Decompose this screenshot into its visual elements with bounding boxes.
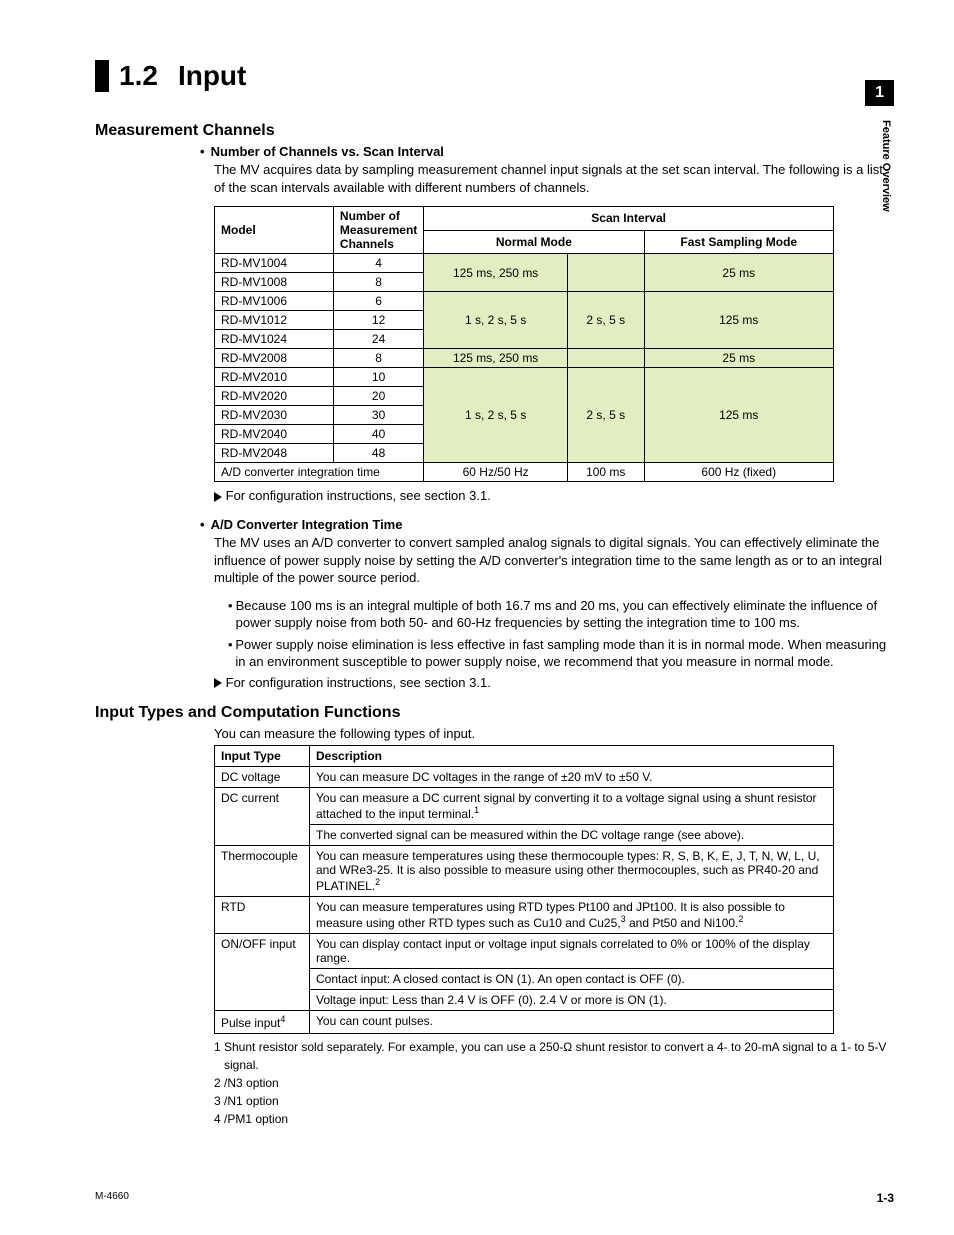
cell-slash	[568, 349, 645, 368]
caption-config-2: For configuration instructions, see sect…	[214, 675, 894, 690]
cell-desc: Contact input: A closed contact is ON (1…	[310, 968, 834, 989]
cell-ch: 8	[333, 273, 423, 292]
cell-slash	[568, 254, 645, 292]
th-model: Model	[215, 207, 334, 254]
footnotes: 1 Shunt resistor sold separately. For ex…	[214, 1038, 894, 1128]
cell-desc: You can measure temperatures using RTD t…	[310, 896, 834, 933]
cell-ch: 40	[333, 425, 423, 444]
num-channels-title: Number of Channels vs. Scan Interval	[211, 144, 444, 159]
sub-bullet-1: •Because 100 ms is an integral multiple …	[228, 597, 894, 632]
title-number: 1.2	[119, 60, 158, 92]
cell-type: ON/OFF input	[215, 933, 310, 1010]
ad-converter-body: The MV uses an A/D converter to convert …	[214, 534, 894, 587]
caption-text: For configuration instructions, see sect…	[226, 675, 491, 690]
triangle-icon	[214, 492, 222, 502]
cell-desc: You can count pulses.	[310, 1010, 834, 1033]
footnote-2: 2 /N3 option	[214, 1074, 894, 1092]
bullet-icon: •	[200, 517, 205, 532]
title-text: Input	[178, 60, 246, 92]
chapter-tab: 1	[865, 80, 894, 106]
cell-type: DC current	[215, 787, 310, 845]
cell-model: RD-MV1012	[215, 311, 334, 330]
cell-model: RD-MV1004	[215, 254, 334, 273]
cell-model: RD-MV1006	[215, 292, 334, 311]
sub-bullet-text: Because 100 ms is an integral multiple o…	[236, 597, 894, 632]
caption-config-1: For configuration instructions, see sect…	[214, 488, 894, 503]
th-scan: Scan Interval	[424, 207, 834, 231]
cell-ch: 6	[333, 292, 423, 311]
cell-ch: 8	[333, 349, 423, 368]
cell-normal: 125 ms, 250 ms	[424, 254, 568, 292]
caption-text: For configuration instructions, see sect…	[226, 488, 491, 503]
cell-model: RD-MV2048	[215, 444, 334, 463]
cell-ch: 30	[333, 406, 423, 425]
cell-desc: You can display contact input or voltage…	[310, 933, 834, 968]
cell-normal2: 2 s, 5 s	[568, 368, 645, 463]
footnote-3: 3 /N1 option	[214, 1092, 894, 1110]
cell-ad-label: A/D converter integration time	[215, 463, 424, 482]
cell-type: DC voltage	[215, 766, 310, 787]
cell-ad-v2: 100 ms	[568, 463, 645, 482]
cell-normal: 125 ms, 250 ms	[424, 349, 568, 368]
num-channels-body: The MV acquires data by sampling measure…	[214, 161, 894, 196]
cell-ad-v1: 60 Hz/50 Hz	[424, 463, 568, 482]
footer-left: M-4660	[95, 1191, 129, 1205]
th-fast: Fast Sampling Mode	[644, 230, 834, 254]
cell-model: RD-MV2040	[215, 425, 334, 444]
page-footer: M-4660 1-3	[95, 1191, 894, 1205]
th-normal: Normal Mode	[424, 230, 644, 254]
sub-bullet-2: •Power supply noise elimination is less …	[228, 636, 894, 671]
input-types-table: Input Type Description DC voltage You ca…	[214, 745, 834, 1034]
cell-model: RD-MV2030	[215, 406, 334, 425]
sub-bullet-text: Power supply noise elimination is less e…	[235, 636, 894, 671]
th-description: Description	[310, 745, 834, 766]
cell-type: Thermocouple	[215, 845, 310, 896]
ad-converter-heading: • A/D Converter Integration Time	[200, 517, 894, 532]
th-input-type: Input Type	[215, 745, 310, 766]
cell-desc: Voltage input: Less than 2.4 V is OFF (0…	[310, 989, 834, 1010]
bullet-icon: •	[200, 144, 205, 159]
cell-desc: The converted signal can be measured wit…	[310, 824, 834, 845]
cell-model: RD-MV2020	[215, 387, 334, 406]
footnote-4: 4 /PM1 option	[214, 1110, 894, 1128]
cell-fast: 25 ms	[644, 349, 834, 368]
input-types-heading: Input Types and Computation Functions	[95, 704, 894, 722]
bullet-icon: •	[228, 636, 235, 671]
cell-model: RD-MV1008	[215, 273, 334, 292]
cell-normal2: 2 s, 5 s	[568, 292, 645, 349]
measurement-channels-heading: Measurement Channels	[95, 122, 894, 140]
cell-fast: 125 ms	[644, 368, 834, 463]
cell-desc: You can measure DC voltages in the range…	[310, 766, 834, 787]
footnote-1: 1 Shunt resistor sold separately. For ex…	[214, 1038, 894, 1074]
cell-ch: 4	[333, 254, 423, 273]
th-channels: Number of Measurement Channels	[333, 207, 423, 254]
title-bar	[95, 60, 109, 92]
section-title: 1.2 Input	[95, 60, 894, 92]
cell-ch: 48	[333, 444, 423, 463]
bullet-icon: •	[228, 597, 236, 632]
cell-ad-v3: 600 Hz (fixed)	[644, 463, 834, 482]
cell-desc: You can measure a DC current signal by c…	[310, 787, 834, 824]
cell-ch: 20	[333, 387, 423, 406]
cell-ch: 10	[333, 368, 423, 387]
num-channels-heading: • Number of Channels vs. Scan Interval	[200, 144, 894, 159]
cell-ch: 24	[333, 330, 423, 349]
footer-page: 1-3	[877, 1191, 894, 1205]
cell-normal: 1 s, 2 s, 5 s	[424, 368, 568, 463]
input-types-intro: You can measure the following types of i…	[214, 726, 894, 741]
cell-ch: 12	[333, 311, 423, 330]
cell-model: RD-MV2008	[215, 349, 334, 368]
cell-model: RD-MV2010	[215, 368, 334, 387]
ad-converter-title: A/D Converter Integration Time	[211, 517, 403, 532]
scan-interval-table: Model Number of Measurement Channels Sca…	[214, 206, 834, 482]
cell-fast: 25 ms	[644, 254, 834, 292]
cell-normal: 1 s, 2 s, 5 s	[424, 292, 568, 349]
cell-fast: 125 ms	[644, 292, 834, 349]
cell-desc: You can measure temperatures using these…	[310, 845, 834, 896]
side-label: Feature Overview	[880, 120, 892, 212]
cell-type: RTD	[215, 896, 310, 933]
cell-model: RD-MV1024	[215, 330, 334, 349]
cell-type: Pulse input4	[215, 1010, 310, 1033]
triangle-icon	[214, 678, 222, 688]
